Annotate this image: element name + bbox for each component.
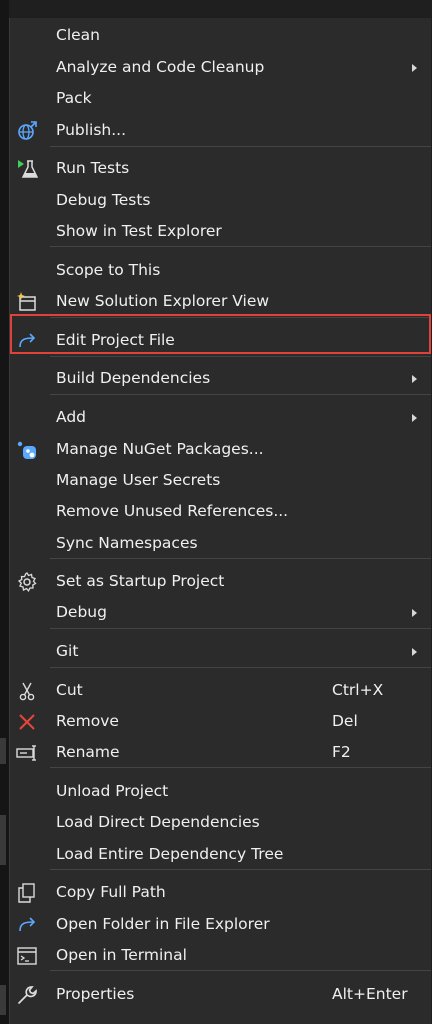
nuget-icon (14, 437, 40, 463)
menu-separator (50, 628, 431, 629)
menu-item-properties[interactable]: Properties Alt+Enter (10, 979, 431, 1010)
menu-item-label: Analyze and Code Cleanup (56, 58, 265, 76)
menu-item-open-folder[interactable]: Open Folder in File Explorer (10, 909, 431, 940)
shortcut-hint: F2 (332, 743, 351, 761)
shortcut-hint: Alt+Enter (332, 985, 408, 1003)
menu-item-label: Copy Full Path (56, 883, 166, 901)
menu-item-label: Cut (56, 681, 83, 699)
menu-separator (50, 667, 431, 668)
menu-item-label: Open Folder in File Explorer (56, 915, 270, 933)
menu-item-label: Sync Namespaces (56, 534, 198, 552)
menu-item-remove[interactable]: Remove Del (10, 706, 431, 737)
context-menu: Clean Analyze and Code Cleanup Pack Publish… (9, 18, 431, 1024)
menu-item-label: Manage NuGet Packages... (56, 440, 264, 458)
menu-item-run-tests[interactable]: Run Tests (10, 153, 431, 184)
submenu-arrow-icon (412, 609, 417, 617)
menu-item-label: Set as Startup Project (56, 572, 225, 590)
menu-item-label: Add (56, 408, 87, 426)
menu-item-remove-unused-references[interactable]: Remove Unused References... (10, 496, 431, 527)
menu-item-open-terminal[interactable]: Open in Terminal (10, 940, 431, 971)
menu-item-label: Git (56, 642, 79, 660)
menu-separator (50, 356, 431, 357)
redirect-arrow-icon (14, 912, 40, 938)
scissors-icon (14, 678, 40, 704)
menu-item-set-startup-project[interactable]: Set as Startup Project (10, 566, 431, 597)
globe-publish-icon (14, 118, 40, 144)
rename-icon (14, 740, 40, 766)
menu-item-sync-namespaces[interactable]: Sync Namespaces (10, 528, 431, 559)
menu-item-add[interactable]: Add (10, 402, 431, 433)
menu-item-label: Build Dependencies (56, 369, 211, 387)
menu-item-label: Pack (56, 89, 92, 107)
menu-item-cut[interactable]: Cut Ctrl+X (10, 675, 431, 706)
run-tests-flask-icon (14, 156, 40, 182)
menu-item-label: Unload Project (56, 782, 169, 800)
menu-item-label: Properties (56, 985, 135, 1003)
menu-item-git[interactable]: Git (10, 636, 431, 667)
wrench-icon (14, 982, 40, 1008)
menu-item-unload-project[interactable]: Unload Project (10, 776, 431, 807)
submenu-arrow-icon (412, 375, 417, 383)
menu-item-load-direct-dependencies[interactable]: Load Direct Dependencies (10, 807, 431, 838)
background-window-edge (0, 0, 9, 1024)
submenu-arrow-icon (412, 414, 417, 422)
menu-item-copy-full-path[interactable]: Copy Full Path (10, 877, 431, 908)
menu-item-debug-tests[interactable]: Debug Tests (10, 185, 431, 216)
menu-item-label: Rename (56, 743, 120, 761)
menu-item-rename[interactable]: Rename F2 (10, 737, 431, 768)
menu-item-scope-to-this[interactable]: Scope to This (10, 255, 431, 286)
menu-item-label: Scope to This (56, 261, 161, 279)
menu-item-label: Remove (56, 712, 119, 730)
copy-icon (14, 880, 40, 906)
shortcut-hint: Ctrl+X (332, 681, 384, 699)
menu-item-new-solution-explorer-view[interactable]: New Solution Explorer View (10, 286, 431, 317)
menu-item-label: New Solution Explorer View (56, 292, 270, 310)
red-x-icon (14, 709, 40, 735)
menu-item-load-entire-dependency-tree[interactable]: Load Entire Dependency Tree (10, 839, 431, 870)
menu-item-label: Clean (56, 26, 100, 44)
terminal-icon (14, 943, 40, 969)
highlight-outline (10, 314, 431, 354)
menu-item-pack[interactable]: Pack (10, 83, 431, 114)
menu-item-build-dependencies[interactable]: Build Dependencies (10, 363, 431, 394)
menu-item-label: Run Tests (56, 159, 130, 177)
menu-item-debug[interactable]: Debug (10, 597, 431, 628)
menu-item-label: Show in Test Explorer (56, 222, 222, 240)
shortcut-hint: Del (332, 712, 358, 730)
menu-item-label: Load Entire Dependency Tree (56, 845, 284, 863)
menu-item-publish[interactable]: Publish... (10, 115, 431, 146)
menu-item-label: Manage User Secrets (56, 471, 221, 489)
menu-item-manage-nuget[interactable]: Manage NuGet Packages... (10, 434, 431, 465)
new-window-icon (14, 289, 40, 315)
gear-icon (14, 569, 40, 595)
menu-separator (50, 146, 431, 147)
menu-item-clean[interactable]: Clean (10, 20, 431, 51)
menu-separator (50, 394, 431, 395)
menu-item-analyze[interactable]: Analyze and Code Cleanup (10, 52, 431, 83)
menu-item-label: Debug Tests (56, 191, 151, 209)
menu-item-label: Open in Terminal (56, 946, 187, 964)
menu-item-label: Remove Unused References... (56, 502, 289, 520)
menu-item-label: Load Direct Dependencies (56, 813, 260, 831)
submenu-arrow-icon (412, 648, 417, 656)
menu-item-manage-user-secrets[interactable]: Manage User Secrets (10, 465, 431, 496)
menu-item-label: Debug (56, 603, 107, 621)
menu-item-label: Publish... (56, 121, 127, 139)
menu-item-show-test-explorer[interactable]: Show in Test Explorer (10, 216, 431, 247)
submenu-arrow-icon (412, 64, 417, 72)
